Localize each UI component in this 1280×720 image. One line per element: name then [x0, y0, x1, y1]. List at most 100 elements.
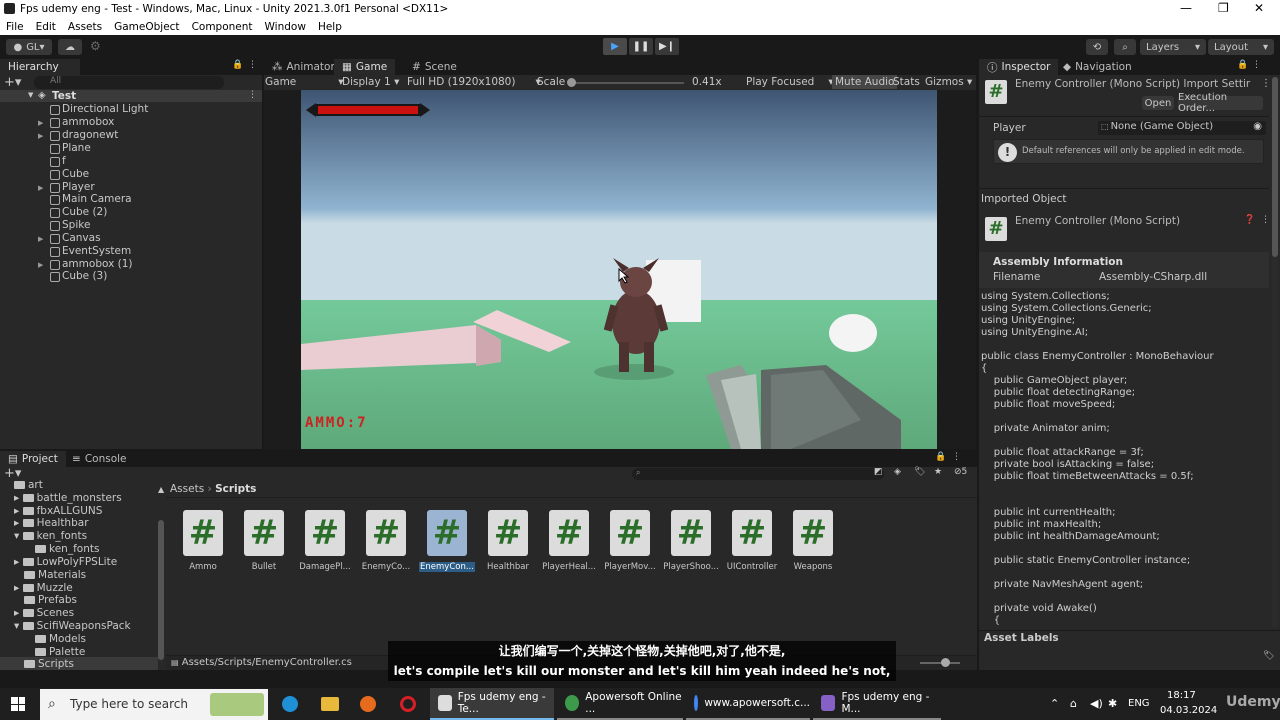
menu-file[interactable]: File	[6, 21, 24, 33]
open-button[interactable]: Open	[1142, 96, 1174, 110]
inspector-lock-icon[interactable]: 🔒	[1237, 60, 1248, 70]
asset-item[interactable]: # Weapons	[785, 510, 841, 572]
favorite-icon[interactable]: ★	[934, 467, 942, 477]
hierarchy-item[interactable]: dragonewt	[62, 129, 118, 141]
firefox-icon[interactable]	[360, 696, 376, 712]
player-object-field[interactable]: ⬚ None (Game Object) ◉	[1098, 121, 1266, 135]
asset-item[interactable]: # PlayerHeal...	[541, 510, 597, 572]
display-dropdown[interactable]: Display 1 ▾	[342, 76, 399, 88]
folder-tree-scrollbar[interactable]	[158, 520, 164, 660]
asset-item[interactable]: # PlayerShoo...	[663, 510, 719, 572]
clock-date[interactable]: 04.03.2024	[1160, 705, 1217, 716]
asset-item-selected[interactable]: # EnemyCon...	[419, 510, 475, 572]
gizmos-dropdown[interactable]: Gizmos ▾	[925, 76, 972, 88]
folder-item-selected[interactable]: Scripts	[14, 658, 74, 670]
more-icon[interactable]: ⋮	[248, 60, 257, 70]
folder-item[interactable]: ▸ fbxALLGUNS	[14, 505, 102, 517]
asset-item[interactable]: # Healthbar	[480, 510, 536, 572]
close-button[interactable]: ✕	[1254, 1, 1264, 15]
scroll-up-icon[interactable]: ▲	[158, 485, 164, 494]
folder-item[interactable]: ▸ battle_monsters	[14, 492, 122, 504]
expand-arrow-icon[interactable]: ▶	[38, 261, 43, 269]
expand-arrow-icon[interactable]: ▶	[38, 235, 43, 243]
network-icon[interactable]: ⌂	[1070, 697, 1077, 710]
hierarchy-item[interactable]: Player	[62, 181, 95, 193]
hierarchy-item[interactable]: EventSystem	[62, 245, 131, 257]
menu-help[interactable]: Help	[318, 21, 342, 33]
asset-item[interactable]: # UIController	[724, 510, 780, 572]
tab-game[interactable]: ▦ Game	[334, 59, 396, 75]
play-button[interactable]: ▶	[603, 38, 627, 55]
object-picker-icon[interactable]: ◉	[1253, 121, 1262, 132]
asset-item[interactable]: # DamagePl...	[297, 510, 353, 572]
folder-item[interactable]: art	[14, 479, 43, 491]
breadcrumb-scripts[interactable]: Scripts	[215, 483, 256, 495]
folder-item[interactable]: Materials	[14, 569, 86, 581]
file-explorer-icon[interactable]	[321, 697, 339, 711]
maximize-button[interactable]: ❐	[1218, 1, 1229, 15]
mute-audio-toggle[interactable]: Mute Audio	[832, 75, 898, 89]
menu-component[interactable]: Component	[192, 21, 253, 33]
tab-navigation[interactable]: ◆ Navigation	[1055, 59, 1140, 75]
asset-item[interactable]: # Ammo	[175, 510, 231, 572]
edge-icon[interactable]	[282, 696, 298, 712]
tab-scene[interactable]: # Scene	[404, 59, 465, 75]
hierarchy-item[interactable]: ammobox	[62, 116, 114, 128]
scene-menu-icon[interactable]: ⋮	[248, 90, 257, 100]
pause-button[interactable]: ❚❚	[629, 38, 653, 55]
hierarchy-item[interactable]: Directional Light	[62, 103, 148, 115]
hierarchy-item[interactable]: f	[62, 155, 66, 167]
menu-window[interactable]: Window	[265, 21, 306, 33]
project-more-icon[interactable]: ⋮	[952, 452, 961, 462]
folder-item[interactable]: ▾ ken_fonts	[14, 530, 87, 542]
folder-item[interactable]: ▾ ScifiWeaponsPack	[14, 620, 131, 632]
play-focus-dropdown[interactable]: Play Focused ▾	[746, 76, 834, 88]
lock-icon[interactable]: 🔒	[232, 60, 243, 70]
taskbar-app-chrome-1[interactable]: Apowersoft Online ...	[557, 688, 683, 720]
resolution-dropdown[interactable]: Full HD (1920x1080) ▾	[407, 76, 541, 88]
inspector-scrollbar-thumb[interactable]	[1272, 77, 1278, 257]
tab-console[interactable]: ≡ Console	[64, 451, 135, 467]
hierarchy-item[interactable]: Plane	[62, 142, 91, 154]
folder-item[interactable]: ▸ Healthbar	[14, 517, 89, 529]
hierarchy-item[interactable]: Main Camera	[62, 193, 132, 205]
expand-arrow-icon[interactable]: ▼	[28, 91, 33, 99]
layers-dropdown[interactable]: Layers ▾	[1140, 39, 1206, 55]
label-filter-icon[interactable]: 🏷	[914, 467, 925, 477]
expand-arrow-icon[interactable]: ▶	[38, 119, 43, 127]
menu-gameobject[interactable]: GameObject	[114, 21, 179, 33]
menu-edit[interactable]: Edit	[36, 21, 56, 33]
filter-icon[interactable]: ◈	[894, 467, 901, 477]
help-icon[interactable]: ❓	[1244, 215, 1255, 225]
volume-icon[interactable]: ◀)	[1090, 697, 1103, 710]
bluetooth-icon[interactable]: ✱	[1108, 697, 1117, 710]
cloud-icon[interactable]: ☁	[58, 39, 82, 55]
taskbar-app-visual-studio[interactable]: Fps udemy eng - M...	[813, 688, 941, 720]
taskbar-app-chrome-2[interactable]: www.apowersoft.c...	[686, 688, 810, 720]
show-hidden-icons-chevron[interactable]: ⌃	[1050, 697, 1059, 710]
tab-inspector[interactable]: ⓘ Inspector	[979, 59, 1059, 75]
clock-time[interactable]: 18:17	[1167, 690, 1196, 701]
tab-project[interactable]: ▤ Project	[0, 451, 66, 467]
taskbar-app-unity[interactable]: Fps udemy eng - Te...	[430, 688, 554, 720]
layout-dropdown[interactable]: Layout ▾	[1208, 39, 1274, 55]
hierarchy-item[interactable]: Cube	[62, 168, 89, 180]
project-search-input[interactable]: ⌕	[632, 468, 884, 480]
hierarchy-item[interactable]: Cube (2)	[62, 206, 107, 218]
stats-toggle[interactable]: Stats	[893, 76, 920, 88]
inspector-more-icon[interactable]: ⋮	[1252, 60, 1261, 70]
asset-item[interactable]: # PlayerMov...	[602, 510, 658, 572]
scale-slider-handle[interactable]	[567, 78, 576, 87]
history-icon[interactable]: ⟲	[1086, 39, 1108, 55]
hierarchy-item[interactable]: Canvas	[62, 232, 101, 244]
tab-animator[interactable]: ⁂ Animator	[264, 59, 343, 75]
breadcrumb-assets[interactable]: Assets	[170, 483, 204, 495]
folder-item[interactable]: ▸ Muzzle	[14, 582, 73, 594]
asset-item[interactable]: # EnemyCo...	[358, 510, 414, 572]
taskbar-search-input[interactable]: ⌕ Type here to search	[40, 689, 268, 720]
label-tag-icon[interactable]: 🏷	[1263, 651, 1274, 661]
folder-item[interactable]: ▸ Scenes	[14, 607, 74, 619]
minimize-button[interactable]: —	[1180, 1, 1192, 15]
step-button[interactable]: ▶❙	[655, 38, 679, 55]
folder-item[interactable]: Models	[35, 633, 86, 645]
